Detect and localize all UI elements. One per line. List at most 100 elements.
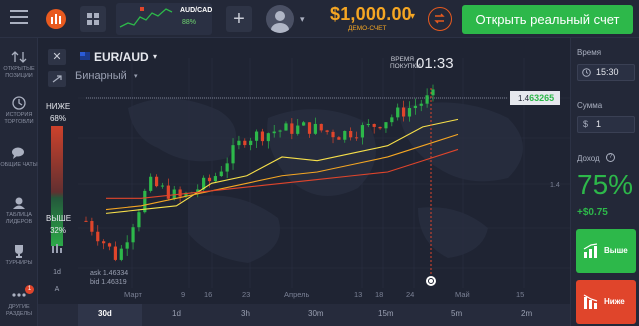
down-chart-icon [583, 294, 598, 309]
x-axis-label: Апрель [284, 290, 310, 299]
profit-percent: 75% [577, 169, 634, 200]
candle-body [407, 108, 412, 117]
sidebar-item-chats[interactable]: ОБЩИЕ ЧАТЫ [0, 146, 38, 169]
world-map-backdrop [128, 98, 523, 263]
info-icon[interactable]: ? [606, 153, 615, 162]
add-asset-button[interactable]: + [226, 6, 252, 32]
chart-area[interactable]: ✕ EUR/AUD ▾ Бинарный ▾ ВРЕМЯ ПОКУПКИ 01:… [38, 38, 570, 326]
chevron-down-icon[interactable]: ▾ [153, 52, 157, 61]
sidebar-item-open-positions[interactable]: ОТКРЫТЫЕ ПОЗИЦИИ [0, 50, 38, 79]
asset-tab-payout: 88% [182, 19, 197, 26]
candle-body [102, 241, 106, 244]
grid-icon[interactable] [80, 6, 106, 32]
sidebar-item-label: ИСТОРИЯ ТОРГОВЛИ [4, 112, 34, 125]
candle-body [260, 131, 265, 142]
ask-bid-info: ask 1.46334 bid 1.46319 [90, 269, 128, 287]
trophy-icon [15, 245, 23, 258]
chevron-down-icon[interactable]: ▾ [134, 72, 138, 80]
amount-label: Сумма [577, 101, 603, 110]
candle-body [401, 107, 406, 117]
menu-icon[interactable] [10, 10, 28, 26]
timeframe-30d[interactable]: 30d [98, 309, 112, 318]
timeframe-5m[interactable]: 5m [451, 309, 462, 318]
x-axis-label: Март [124, 290, 142, 299]
candle-body [378, 126, 382, 129]
swap-account-icon[interactable] [428, 7, 452, 31]
flag-icon [80, 52, 90, 60]
candle-body [96, 231, 100, 242]
candle-body [307, 122, 312, 134]
x-axis-label: 16 [204, 290, 213, 299]
timeframe-bar: 30d 1d 3h 30m 15m 5m 2m [38, 304, 570, 326]
x-axis-label: Май [455, 290, 470, 299]
sidebar-item-label: ОБЩИЕ ЧАТЫ [0, 162, 38, 168]
amount-input[interactable]: $ 1 [577, 116, 635, 133]
trading-app: AUD/CAD 88% + ▾ $1,000.00 ▾ ДЕМО-СЧЕТ От… [0, 0, 639, 326]
timeframe-15m[interactable]: 15m [378, 309, 394, 318]
close-icon[interactable]: ✕ [48, 49, 66, 65]
candle-body [390, 117, 394, 123]
balance-value[interactable]: $1,000.00 [330, 4, 412, 25]
candle-body [231, 145, 235, 164]
time-value: 15:30 [596, 67, 619, 77]
up-chart-icon [583, 243, 598, 258]
timeframe-30m[interactable]: 30m [308, 309, 324, 318]
x-axis-label: 9 [181, 290, 186, 299]
chevron-down-icon[interactable]: ▾ [300, 14, 305, 25]
lower-sentiment-label: НИЖЕ [46, 102, 71, 111]
candle-body [354, 137, 359, 139]
candle-body [137, 212, 141, 228]
sidebar-item-leaderboard[interactable]: ТАБЛИЦА ЛИДЕРОВ [0, 196, 38, 225]
sidebar-item-tournaments[interactable]: ТУРНИРЫ [0, 244, 38, 267]
candle-body [331, 131, 335, 138]
price-prefix: 1.4 [518, 94, 530, 103]
higher-button[interactable]: Выше [576, 229, 636, 273]
candle-body [290, 123, 294, 134]
sidebar: ОТКРЫТЫЕ ПОЗИЦИИ ИСТОРИЯ ТОРГОВЛИ ОБЩИЕ … [0, 38, 38, 326]
candle-body [425, 95, 429, 104]
candle-body [125, 242, 129, 249]
open-real-account-button[interactable]: Открыть реальный счет [462, 5, 633, 34]
timeframe-2m[interactable]: 2m [521, 309, 532, 318]
higher-button-label: Выше [604, 246, 628, 255]
ask-value: ask 1.46334 [90, 270, 129, 277]
candle-body [372, 123, 376, 127]
candle-body [343, 131, 347, 140]
candle-body [349, 131, 353, 138]
avatar[interactable] [266, 5, 294, 33]
candle-body [207, 177, 212, 182]
timeframe-3h[interactable]: 3h [241, 309, 250, 318]
candle-body [337, 137, 341, 140]
time-input[interactable]: 15:30 [577, 64, 635, 81]
mini-chart-icon [119, 7, 173, 28]
asset-tab[interactable]: AUD/CAD 88% [116, 3, 212, 35]
lower-sentiment-pct: 68% [49, 114, 66, 123]
tool-button[interactable]: A [48, 283, 66, 297]
lower-button[interactable]: Ниже [576, 280, 636, 324]
timeframe-1d[interactable]: 1d [172, 309, 181, 318]
trade-panel: Время 15:30 Сумма $ 1 Доход ? 75% +$0.75… [570, 38, 639, 326]
logo-icon [46, 9, 66, 29]
candle-body [113, 246, 118, 260]
timer-icon [426, 276, 436, 286]
sidebar-item-trade-history[interactable]: ИСТОРИЯ ТОРГОВЛИ [0, 96, 38, 125]
candle-body [360, 125, 365, 138]
tool-button[interactable]: 1d [48, 266, 66, 280]
candle-body [154, 176, 159, 187]
candle-body [431, 89, 435, 96]
dollar-icon: $ [583, 119, 589, 129]
expand-icon[interactable] [48, 71, 66, 87]
candle-type-icon[interactable] [48, 243, 66, 257]
bid-value: bid 1.46319 [90, 279, 127, 286]
candle-body [178, 189, 182, 197]
candle-body [149, 176, 153, 191]
candle-body [278, 130, 282, 132]
expiry-label: ВРЕМЯ ПОКУПКИ [390, 56, 421, 70]
chevron-down-icon[interactable]: ▾ [410, 11, 415, 22]
price-suffix: 63265 [529, 93, 555, 103]
option-type-label[interactable]: Бинарный [75, 70, 127, 82]
candle-body [284, 123, 288, 131]
candle-body [319, 123, 323, 131]
candle-body [313, 123, 317, 134]
asset-pair-label[interactable]: EUR/AUD [94, 50, 149, 64]
